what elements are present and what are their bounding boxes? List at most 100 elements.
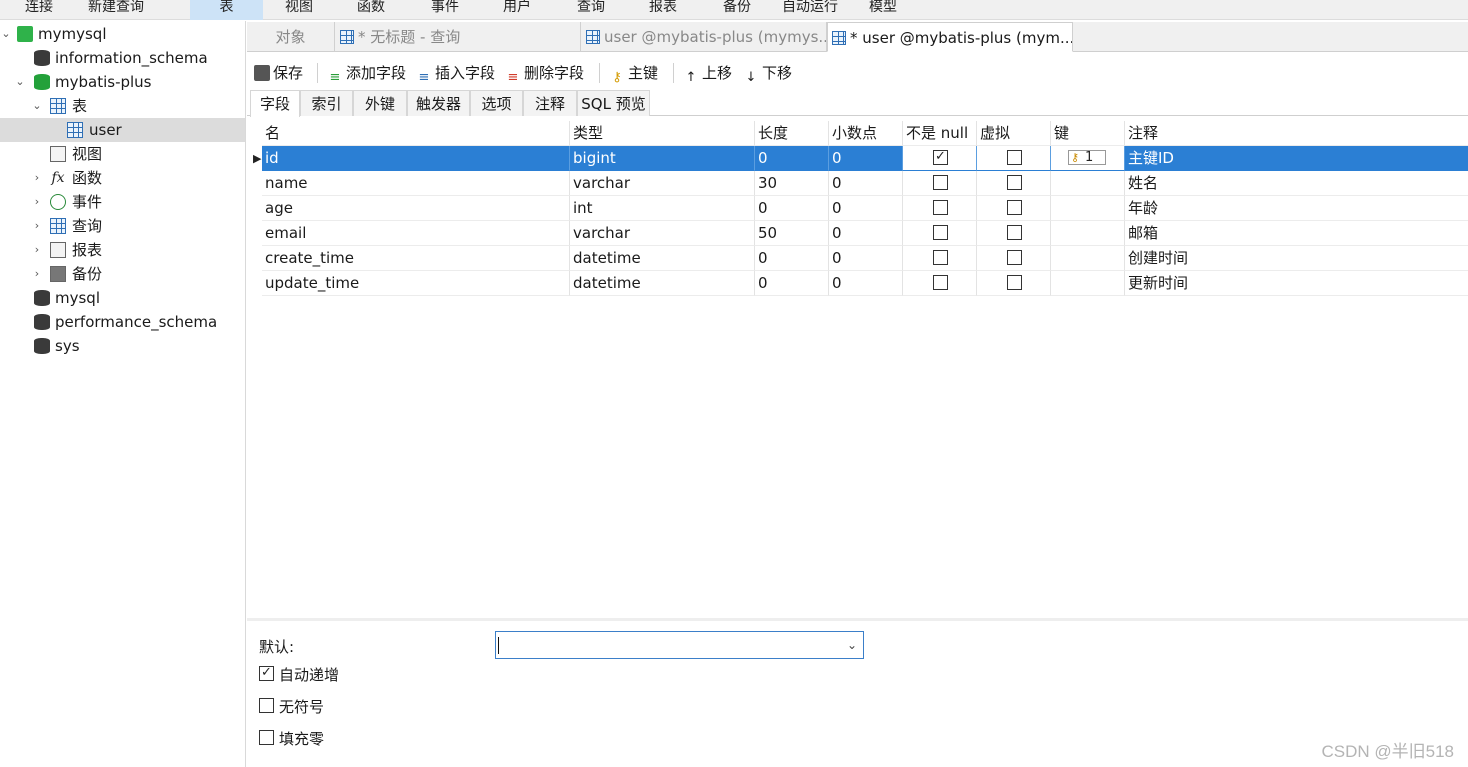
menu-function[interactable]: 函数 [348,0,394,20]
cell-comment[interactable]: 姓名 [1125,171,1468,196]
menu-connect[interactable]: 连接 [14,0,64,20]
virtual-checkbox[interactable] [1007,250,1022,265]
auto-increment-checkbox[interactable] [259,664,274,682]
virtual-checkbox[interactable] [1007,275,1022,290]
tree-table-user[interactable]: user [0,118,245,142]
tree-tables-node[interactable]: ⌄ 表 [0,94,245,118]
cell-not-null[interactable] [903,196,977,221]
tree-functions-node[interactable]: › fx 函数 [0,166,245,190]
cell-length[interactable]: 0 [755,246,829,271]
cell-not-null[interactable] [903,271,977,296]
unsigned-checkbox[interactable] [259,698,274,713]
subtab-triggers[interactable]: 触发器 [407,90,470,116]
tree-db-performance-schema[interactable]: performance_schema [0,310,245,334]
menu-backup[interactable]: 备份 [714,0,760,20]
save-button[interactable]: 保存 [254,58,303,88]
cell-decimals[interactable]: 0 [829,271,903,296]
cell-type[interactable]: varchar [570,221,755,246]
cell-key[interactable] [1051,246,1125,271]
cell-length[interactable]: 30 [755,171,829,196]
cell-decimals[interactable]: 0 [829,196,903,221]
cell-not-null[interactable] [903,221,977,246]
primary-key-button[interactable]: ⚷ 主键 [609,58,658,88]
move-down-button[interactable]: ↓ 下移 [743,58,792,88]
tab-user-table[interactable]: user @mybatis-plus (mymys... [582,22,827,52]
cell-comment[interactable]: 主键ID [1125,146,1468,171]
menu-model[interactable]: 模型 [860,0,906,20]
cell-length[interactable]: 50 [755,221,829,246]
subtab-comment[interactable]: 注释 [523,90,577,116]
move-up-button[interactable]: ↑ 上移 [683,58,732,88]
cell-decimals[interactable]: 0 [829,221,903,246]
column-header-virtual[interactable]: 虚拟 [977,121,1051,146]
cell-type[interactable]: datetime [570,271,755,296]
cell-comment[interactable]: 创建时间 [1125,246,1468,271]
subtab-sql-preview[interactable]: SQL 预览 [577,90,650,116]
virtual-checkbox[interactable] [1007,175,1022,190]
cell-name[interactable]: create_time [262,246,570,271]
add-field-button[interactable]: ≡ 添加字段 [327,58,406,88]
tab-user-table-design[interactable]: * user @mybatis-plus (mym... [827,22,1073,52]
not-null-checkbox[interactable] [933,250,948,265]
subtab-foreign-keys[interactable]: 外键 [353,90,407,116]
cell-type[interactable]: datetime [570,246,755,271]
cell-virtual[interactable] [977,171,1051,196]
not-null-checkbox[interactable] [933,200,948,215]
chevron-right-icon[interactable]: › [31,238,43,262]
cell-key[interactable] [1051,196,1125,221]
cell-name[interactable]: email [262,221,570,246]
chevron-right-icon[interactable]: › [31,166,43,190]
menu-new-query[interactable]: 新建查询 [80,0,152,20]
tab-objects[interactable]: 对象 [247,22,335,52]
cell-comment[interactable]: 邮箱 [1125,221,1468,246]
cell-key[interactable] [1051,171,1125,196]
tree-queries-node[interactable]: › 查询 [0,214,245,238]
tree-db-sys[interactable]: sys [0,334,245,358]
cell-name[interactable]: name [262,171,570,196]
column-header-length[interactable]: 长度 [755,121,829,146]
cell-virtual[interactable] [977,146,1051,171]
cell-type[interactable]: int [570,196,755,221]
cell-virtual[interactable] [977,246,1051,271]
cell-length[interactable]: 0 [755,196,829,221]
tree-db-mybatis-plus[interactable]: ⌄ mybatis-plus [0,70,245,94]
cell-name[interactable]: id [262,146,570,171]
menu-event[interactable]: 事件 [422,0,468,20]
tree-events-node[interactable]: › 事件 [0,190,245,214]
menu-table[interactable]: 表 [190,0,263,20]
subtab-options[interactable]: 选项 [470,90,523,116]
menu-report[interactable]: 报表 [640,0,686,20]
cell-decimals[interactable]: 0 [829,146,903,171]
menu-user[interactable]: 用户 [494,0,540,20]
cell-name[interactable]: update_time [262,271,570,296]
cell-key[interactable] [1051,221,1125,246]
cell-comment[interactable]: 更新时间 [1125,271,1468,296]
cell-type[interactable]: varchar [570,171,755,196]
tree-connection-mymysql[interactable]: ⌄ mymysql [0,22,245,46]
tree-db-mysql[interactable]: mysql [0,286,245,310]
not-null-checkbox[interactable] [933,225,948,240]
chevron-right-icon[interactable]: › [31,262,43,286]
chevron-down-icon[interactable]: ⌄ [847,635,857,655]
cell-comment[interactable]: 年龄 [1125,196,1468,221]
virtual-checkbox[interactable] [1007,150,1022,165]
column-header-name[interactable]: 名 [262,121,570,146]
insert-field-button[interactable]: ≡ 插入字段 [416,58,495,88]
cell-virtual[interactable] [977,196,1051,221]
cell-key[interactable] [1051,271,1125,296]
column-header-comment[interactable]: 注释 [1125,121,1468,146]
subtab-indexes[interactable]: 索引 [300,90,353,116]
tree-views-node[interactable]: 视图 [0,142,245,166]
cell-type[interactable]: bigint [570,146,755,171]
zerofill-checkbox[interactable] [259,730,274,745]
subtab-fields[interactable]: 字段 [250,90,300,117]
default-value-combo[interactable]: ⌄ [495,631,864,659]
cell-not-null[interactable] [903,146,977,171]
chevron-right-icon[interactable]: › [31,190,43,214]
column-header-not-null[interactable]: 不是 null [903,121,977,146]
tree-db-information-schema[interactable]: information_schema [0,46,245,70]
menu-query[interactable]: 查询 [568,0,614,20]
chevron-down-icon[interactable]: ⌄ [31,94,43,118]
cell-length[interactable]: 0 [755,146,829,171]
chevron-down-icon[interactable]: ⌄ [14,70,26,94]
